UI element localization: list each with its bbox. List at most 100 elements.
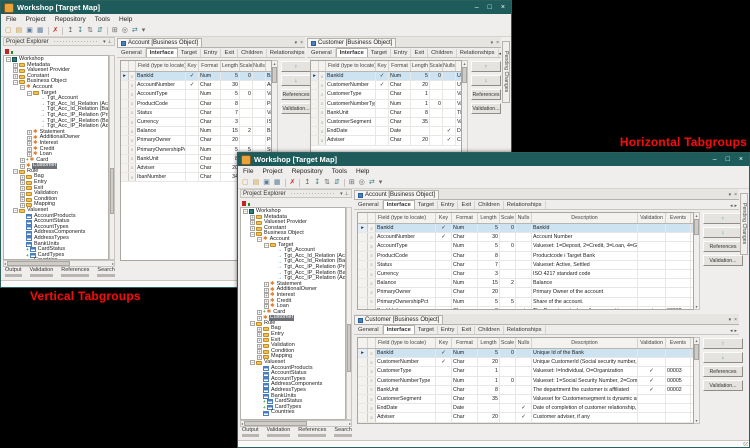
tree-toggle-icon[interactable]: + [13, 74, 18, 79]
column-header-field-cell[interactable]: Field (type to locate) [326, 61, 376, 71]
menu-help[interactable]: Help [356, 168, 369, 175]
menu-repository[interactable]: Repository [55, 16, 86, 23]
column-header-length-cell[interactable]: Length [478, 213, 500, 223]
subtab-children[interactable]: Children [475, 326, 504, 334]
column-header-scale-cell[interactable]: Scale [500, 213, 516, 223]
scroll-thumb[interactable] [244, 421, 307, 426]
save-icon[interactable]: ▣ [263, 178, 270, 187]
pending-changes-tab[interactable]: Pending Changes [740, 193, 748, 255]
column-header-scale-cell[interactable]: Scale [240, 61, 253, 71]
scroll-left-icon[interactable]: ◂ [241, 421, 243, 426]
column-header-gutter-cell[interactable] [358, 213, 368, 223]
column-header-length-cell[interactable]: Length [411, 61, 430, 71]
subtab-exit[interactable]: Exit [411, 49, 428, 57]
menu-project[interactable]: Project [262, 168, 282, 175]
close-button[interactable]: × [739, 156, 743, 163]
table-row[interactable]: ≡CustomerNumberTypeNum10Valueset: 1=Soci… [358, 377, 693, 386]
move-up-button[interactable]: ↑ [703, 338, 743, 349]
subtab-exit[interactable]: Exit [458, 201, 475, 209]
column-header-format-cell[interactable]: Format [452, 338, 478, 348]
subtab-entry[interactable]: Entry [438, 326, 459, 334]
table-row[interactable]: ≡CurrencyChar3ISO 4217 standard code [121, 118, 271, 127]
column-header-nulls-cell[interactable]: Nulls [516, 338, 532, 348]
tree-toggle-icon[interactable]: − [250, 360, 255, 365]
save-icon[interactable]: ▣ [26, 26, 33, 35]
close-button[interactable]: × [501, 4, 505, 11]
validation-button[interactable]: Validation... [471, 103, 501, 114]
tree-vertical-scrollbar[interactable] [346, 207, 352, 420]
column-header-row-handle[interactable] [129, 61, 136, 71]
column-header-validation-cell[interactable]: Validation [638, 338, 666, 348]
doc-menu-icon[interactable]: ▾ [729, 192, 732, 198]
subtab-general[interactable]: General [118, 49, 146, 57]
tree-toggle-icon[interactable]: + [264, 293, 269, 298]
minimize-button[interactable]: – [713, 156, 717, 163]
column-header-key-cell[interactable]: Key [436, 338, 452, 348]
table-row[interactable]: ≡AdviserChar20✓Customer adviser, if any [311, 136, 461, 145]
table-row[interactable]: ▸≡BankId✓Num50BankId [358, 224, 693, 233]
compare-icon[interactable]: ⇵ [97, 26, 103, 35]
tree-toggle-icon[interactable]: − [257, 237, 262, 242]
pager-left-icon[interactable]: ◂ [730, 328, 733, 334]
subtab-relationships[interactable]: Relationships [504, 201, 546, 209]
menu-tools[interactable]: Tools [95, 16, 110, 23]
table-row[interactable]: ≡CustomerSegmentChar35Valueset for Custo… [358, 395, 693, 404]
pager-right-icon[interactable]: ▸ [734, 328, 737, 334]
maximize-button[interactable]: □ [726, 156, 730, 163]
tree-toggle-icon[interactable]: + [257, 349, 262, 354]
tree-toggle-icon[interactable]: + [27, 130, 32, 135]
column-header-format-cell[interactable]: Format [452, 213, 478, 223]
column-header-format-cell[interactable]: Format [199, 61, 221, 71]
table-row[interactable]: ▸≡BankId✓Num50Unique Id of the Bank [311, 72, 461, 81]
new-icon[interactable]: ▢ [5, 26, 12, 35]
delete-icon[interactable]: ✗ [290, 178, 296, 187]
scroll-thumb[interactable] [462, 67, 467, 83]
tree-toggle-icon[interactable]: + [257, 327, 262, 332]
tree-toggle-icon[interactable]: + [257, 344, 262, 349]
column-header-events-cell[interactable]: Events [666, 213, 691, 223]
tree-horizontal-scrollbar[interactable]: ◂ ▸ [240, 420, 352, 427]
column-header-description-cell[interactable]: Description [532, 213, 638, 223]
subtab-entry[interactable]: Entry [391, 49, 412, 57]
check-out-icon[interactable]: ↧ [77, 26, 83, 35]
search-icon[interactable]: ◎ [122, 26, 128, 35]
column-header-key-cell[interactable]: Key [186, 61, 199, 71]
scroll-thumb[interactable] [694, 344, 699, 360]
subtab-children[interactable]: Children [238, 49, 267, 57]
check-in-icon[interactable]: ↥ [304, 178, 310, 187]
tree-toggle-icon[interactable]: + [27, 136, 32, 141]
column-header-gutter-cell[interactable] [121, 61, 129, 71]
get-latest-icon[interactable]: ⇅ [87, 26, 93, 35]
customer-doc-tab[interactable]: Customer [Business Object] [354, 315, 443, 324]
tree-toggle-icon[interactable]: − [264, 243, 269, 248]
pager-right-icon[interactable]: ▸ [734, 203, 737, 209]
table-row[interactable]: ≡AccountTypeNum50Valueset: 1=Deposit, 2=… [358, 242, 693, 251]
move-down-button[interactable]: ↓ [471, 75, 501, 86]
column-header-row-handle[interactable] [368, 338, 376, 348]
tree-toggle-icon[interactable]: + [20, 192, 25, 197]
tree-toggle-icon[interactable]: + [264, 288, 269, 293]
account-doc-tab[interactable]: Account [Business Object] [354, 190, 439, 199]
move-down-button[interactable]: ↓ [703, 227, 743, 238]
column-header-description-cell[interactable]: Description [532, 338, 638, 348]
doc-menu-icon[interactable]: ▾ [729, 317, 732, 323]
tree-toggle-icon[interactable]: + [20, 203, 25, 208]
column-header-nulls-cell[interactable]: Nulls [516, 213, 532, 223]
subtab-interface[interactable]: Interface [383, 200, 415, 209]
tree-horizontal-scrollbar[interactable]: ◂ ▸ [3, 260, 115, 267]
titlebar[interactable]: Workshop [Target Map] – □ × [238, 153, 749, 166]
tree-toggle-icon[interactable]: + [257, 355, 262, 360]
column-header-field-cell[interactable]: Field (type to locate) [136, 61, 186, 71]
subtab-interface[interactable]: Interface [336, 48, 368, 57]
tree-toggle-icon[interactable]: + [250, 226, 255, 231]
tree-toggle-icon[interactable]: − [250, 232, 255, 237]
subtab-entry[interactable]: Entry [438, 201, 459, 209]
validation-button[interactable]: Validation... [703, 255, 743, 266]
check-in-icon[interactable]: ↥ [67, 26, 73, 35]
validation-button[interactable]: Validation... [703, 380, 743, 391]
column-header-format-cell[interactable]: Format [389, 61, 411, 71]
tree-toggle-icon[interactable]: + [13, 68, 18, 73]
table-row[interactable]: ≡StatusChar7Valueset: Active, Settled [121, 109, 271, 118]
column-header-field-cell[interactable]: Field (type to locate) [376, 338, 436, 348]
references-button[interactable]: References [471, 89, 501, 100]
